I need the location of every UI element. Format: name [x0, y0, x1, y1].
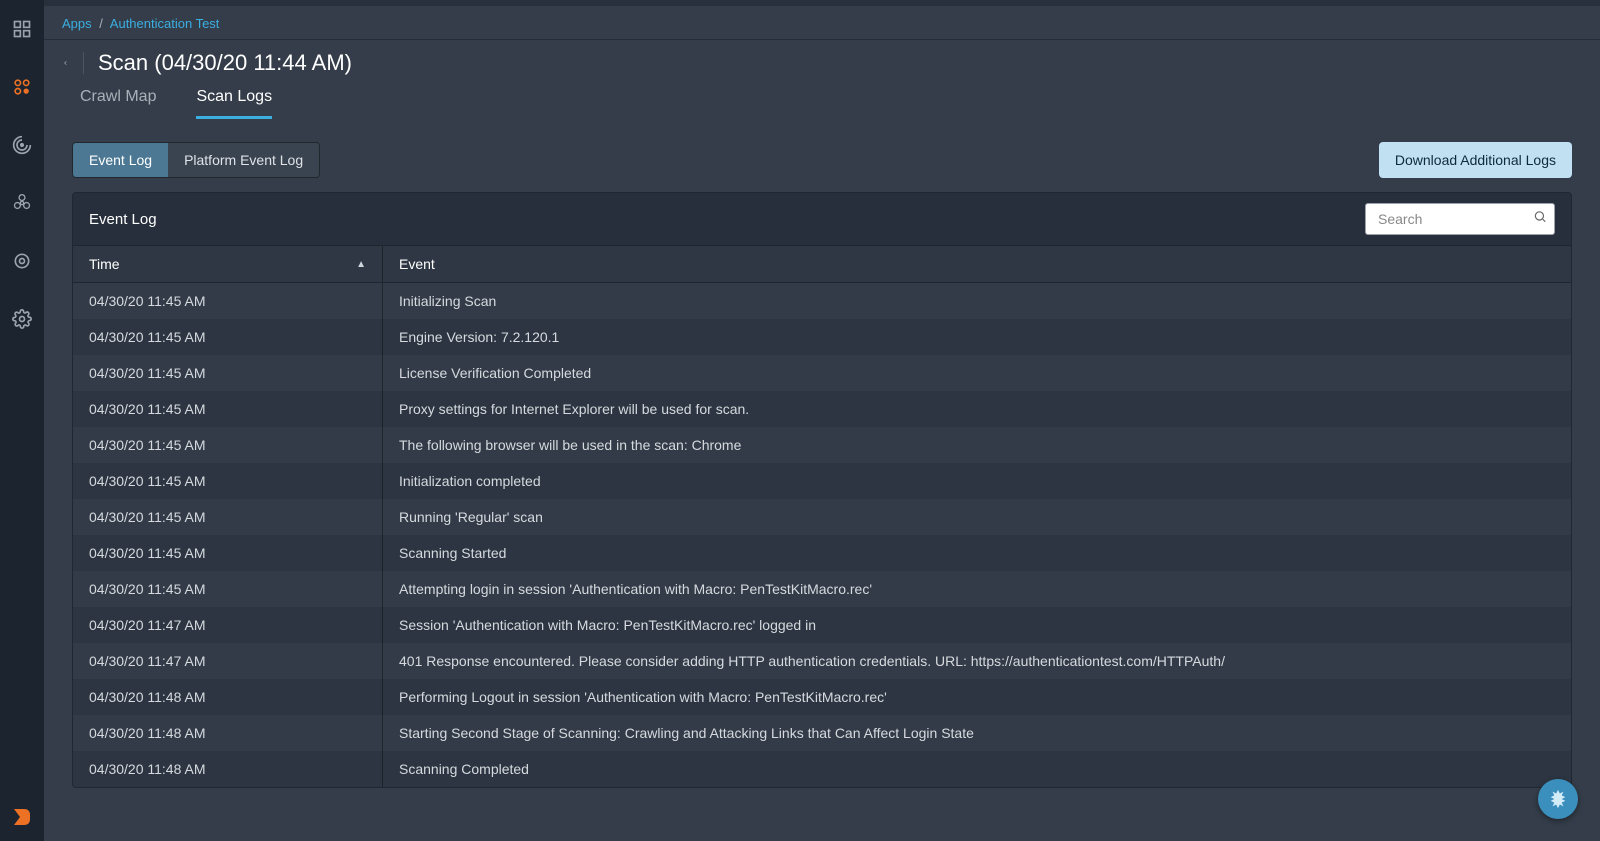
table-body: 04/30/20 11:45 AMInitializing Scan04/30/…	[73, 283, 1571, 787]
tab-scan-logs[interactable]: Scan Logs	[196, 88, 272, 119]
table-row[interactable]: 04/30/20 11:45 AMLicense Verification Co…	[73, 355, 1571, 391]
search-input[interactable]	[1365, 203, 1555, 235]
table-row[interactable]: 04/30/20 11:45 AMScanning Started	[73, 535, 1571, 571]
cell-event: Running 'Regular' scan	[383, 499, 1571, 535]
cell-time: 04/30/20 11:45 AM	[73, 463, 383, 499]
cell-time: 04/30/20 11:45 AM	[73, 355, 383, 391]
table-row[interactable]: 04/30/20 11:48 AMPerforming Logout in se…	[73, 679, 1571, 715]
column-header-time-label: Time	[89, 256, 120, 272]
target-icon[interactable]	[11, 250, 33, 272]
segment-event-log[interactable]: Event Log	[73, 143, 168, 177]
cell-time: 04/30/20 11:45 AM	[73, 283, 383, 319]
back-button[interactable]	[62, 52, 84, 74]
tab-bar: Crawl Map Scan Logs	[44, 80, 1600, 120]
search-wrap	[1365, 203, 1555, 235]
cell-time: 04/30/20 11:48 AM	[73, 679, 383, 715]
table-row[interactable]: 04/30/20 11:45 AMInitializing Scan	[73, 283, 1571, 319]
cell-time: 04/30/20 11:45 AM	[73, 499, 383, 535]
sidebar-rail	[0, 0, 44, 841]
table-row[interactable]: 04/30/20 11:45 AMThe following browser w…	[73, 427, 1571, 463]
table-row[interactable]: 04/30/20 11:45 AMRunning 'Regular' scan	[73, 499, 1571, 535]
breadcrumb: Apps / Authentication Test	[44, 6, 1600, 40]
column-header-time[interactable]: Time ▲	[73, 246, 383, 282]
page-title: Scan (04/30/20 11:44 AM)	[98, 50, 352, 76]
cell-event: Attempting login in session 'Authenticat…	[383, 571, 1571, 607]
cell-time: 04/30/20 11:45 AM	[73, 571, 383, 607]
table-row[interactable]: 04/30/20 11:45 AMAttempting login in ses…	[73, 571, 1571, 607]
breadcrumb-parent[interactable]: Apps	[62, 16, 92, 31]
cell-event: Starting Second Stage of Scanning: Crawl…	[383, 715, 1571, 751]
cell-time: 04/30/20 11:45 AM	[73, 427, 383, 463]
cell-event: Initializing Scan	[383, 283, 1571, 319]
download-logs-button[interactable]: Download Additional Logs	[1379, 142, 1572, 178]
cell-time: 04/30/20 11:45 AM	[73, 319, 383, 355]
sort-asc-icon: ▲	[356, 259, 366, 270]
cell-event: Session 'Authentication with Macro: PenT…	[383, 607, 1571, 643]
segment-platform-event-log[interactable]: Platform Event Log	[168, 143, 319, 177]
cell-event: License Verification Completed	[383, 355, 1571, 391]
table-row[interactable]: 04/30/20 11:47 AM401 Response encountere…	[73, 643, 1571, 679]
cell-event: Performing Logout in session 'Authentica…	[383, 679, 1571, 715]
cell-time: 04/30/20 11:47 AM	[73, 643, 383, 679]
event-log-panel: Event Log Time ▲ Event 04/30/20 11:45 AM…	[72, 192, 1572, 788]
table-row[interactable]: 04/30/20 11:48 AMScanning Completed	[73, 751, 1571, 787]
breadcrumb-current[interactable]: Authentication Test	[110, 16, 220, 31]
table-row[interactable]: 04/30/20 11:45 AMEngine Version: 7.2.120…	[73, 319, 1571, 355]
radar-icon[interactable]	[11, 134, 33, 156]
table-row[interactable]: 04/30/20 11:47 AMSession 'Authentication…	[73, 607, 1571, 643]
table-header: Time ▲ Event	[73, 245, 1571, 283]
biohazard-icon[interactable]	[11, 192, 33, 214]
log-type-segmented: Event Log Platform Event Log	[72, 142, 320, 178]
brand-icon	[0, 805, 44, 829]
help-fab[interactable]	[1538, 779, 1578, 819]
cell-event: Proxy settings for Internet Explorer wil…	[383, 391, 1571, 427]
cell-time: 04/30/20 11:45 AM	[73, 391, 383, 427]
cell-event: Scanning Started	[383, 535, 1571, 571]
cell-time: 04/30/20 11:48 AM	[73, 715, 383, 751]
cell-event: 401 Response encountered. Please conside…	[383, 643, 1571, 679]
apps-icon[interactable]	[11, 76, 33, 98]
table-row[interactable]: 04/30/20 11:48 AMStarting Second Stage o…	[73, 715, 1571, 751]
gear-icon[interactable]	[11, 308, 33, 330]
table-row[interactable]: 04/30/20 11:45 AMInitialization complete…	[73, 463, 1571, 499]
table-row[interactable]: 04/30/20 11:45 AMProxy settings for Inte…	[73, 391, 1571, 427]
column-header-event[interactable]: Event	[383, 246, 1571, 282]
cell-event: Engine Version: 7.2.120.1	[383, 319, 1571, 355]
cell-event: The following browser will be used in th…	[383, 427, 1571, 463]
cell-time: 04/30/20 11:45 AM	[73, 535, 383, 571]
cell-event: Scanning Completed	[383, 751, 1571, 787]
panel-title: Event Log	[89, 211, 157, 228]
dashboard-icon[interactable]	[11, 18, 33, 40]
tab-crawl-map[interactable]: Crawl Map	[80, 88, 156, 119]
cell-event: Initialization completed	[383, 463, 1571, 499]
cell-time: 04/30/20 11:48 AM	[73, 751, 383, 787]
breadcrumb-separator: /	[95, 16, 107, 31]
cell-time: 04/30/20 11:47 AM	[73, 607, 383, 643]
